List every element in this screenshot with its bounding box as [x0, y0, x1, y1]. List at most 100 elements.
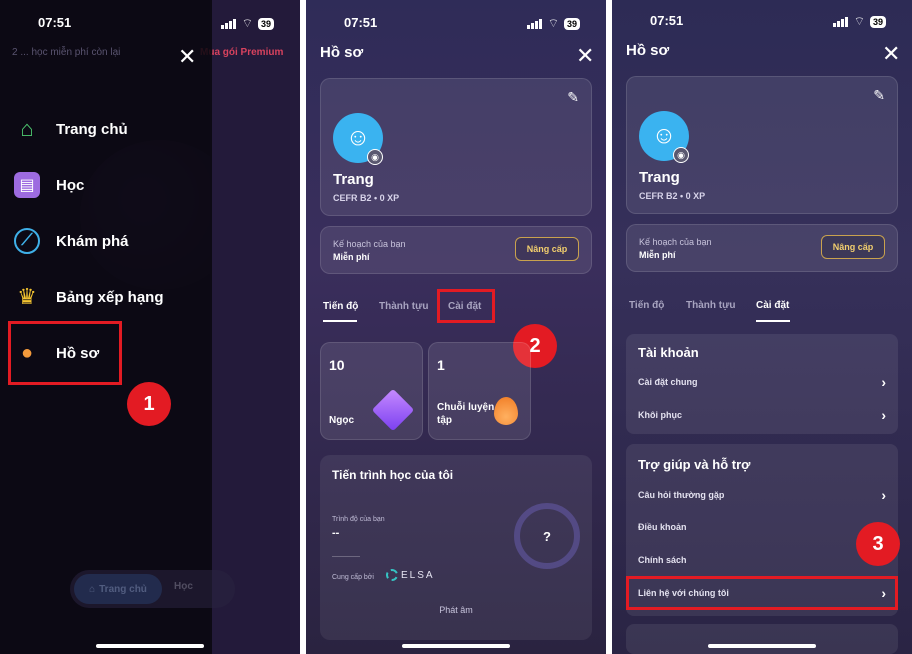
background-overlay — [210, 0, 300, 654]
plan-value: Miễn phí — [639, 250, 676, 260]
menu-item-label: Khám phá — [56, 232, 129, 250]
camera-icon[interactable]: ◉ — [367, 149, 383, 165]
profile-settings-screen: 07:51 ⌔ 39 Hồ sơ ✕ ✎ ☺ ◉ Trang CEFR B2 •… — [612, 0, 912, 654]
compass-icon: ⟋ — [14, 228, 40, 254]
step-badge: 3 — [856, 522, 900, 566]
edit-icon[interactable]: ✎ — [567, 89, 579, 106]
help-title: Trợ giúp và hỗ trợ — [638, 457, 751, 472]
settings-row-terms[interactable]: Điều khoản — [638, 517, 886, 537]
tab-achievements[interactable]: Thành tựu — [379, 301, 428, 312]
status-bar: 07:51 ⌔ 39 — [612, 12, 912, 32]
menu-item-explore[interactable]: ⟋ Khám phá — [14, 228, 129, 254]
menu-item-learn[interactable]: ▤ Học — [14, 172, 84, 198]
menu-screen: Mua gói Premium 2 ... học miễn phí còn l… — [0, 0, 300, 654]
highlight-box — [437, 289, 495, 323]
profile-level: CEFR B2 • 0 XP — [333, 193, 400, 203]
home-icon: ⌂ — [89, 583, 96, 595]
page-title: Hồ sơ — [320, 44, 364, 61]
status-time: 07:51 — [344, 15, 378, 30]
tab-settings[interactable]: Cài đặt — [756, 300, 789, 311]
gems-card: 10 Ngọc — [320, 342, 423, 440]
upgrade-button[interactable]: Nâng cấp — [515, 237, 579, 261]
profile-card: ✎ ☺ ◉ Trang CEFR B2 • 0 XP — [320, 78, 592, 216]
menu-item-label: Bảng xếp hạng — [56, 288, 164, 306]
settings-row-policy[interactable]: Chính sách — [638, 550, 886, 570]
status-bar: 07:51 ⌔ 39 — [0, 14, 300, 34]
streak-label: Chuỗi luyện tập — [437, 402, 495, 426]
signal-icon — [220, 18, 237, 29]
account-title: Tài khoản — [638, 345, 699, 360]
menu-item-home[interactable]: ⌂ Trang chủ — [14, 116, 128, 142]
highlight-box — [626, 576, 898, 610]
plan-label: Kế hoạch của bạn — [639, 237, 712, 247]
settings-row-general[interactable]: Cài đặt chung › — [638, 372, 886, 392]
menu-item-label: Học — [56, 176, 85, 194]
close-icon[interactable]: ✕ — [882, 41, 900, 67]
elsa-icon — [386, 569, 398, 581]
wifi-icon: ⌔ — [241, 16, 253, 30]
settings-row-restore[interactable]: Khôi phục › — [638, 405, 886, 425]
chevron-right-icon: › — [881, 487, 886, 503]
highlight-box — [8, 321, 122, 385]
signal-icon — [832, 16, 849, 27]
divider — [332, 556, 360, 557]
battery-icon: 39 — [257, 17, 274, 30]
flame-icon — [494, 397, 518, 425]
profile-name: Trang — [333, 171, 374, 188]
chevron-right-icon: › — [881, 407, 886, 423]
pronunciation-label: Phát âm — [439, 605, 473, 615]
tab-progress[interactable]: Tiến độ — [323, 301, 358, 312]
battery-icon: 39 — [869, 15, 886, 28]
active-tab-indicator — [323, 320, 357, 322]
menu-item-leaderboard[interactable]: ♛ Bảng xếp hạng — [14, 284, 164, 310]
gem-icon — [371, 388, 415, 432]
camera-icon[interactable]: ◉ — [673, 147, 689, 163]
profile-progress-screen: 07:51 ⌔ 39 Hồ sơ ✕ ✎ ☺ ◉ Trang CEFR B2 •… — [306, 0, 606, 654]
plan-card: Kế hoạch của bạn Miễn phí Nâng cấp — [626, 224, 898, 272]
tab-achievements[interactable]: Thành tựu — [686, 300, 735, 311]
provider-label: Cung cấp bởi — [332, 574, 374, 581]
home-indicator — [96, 644, 204, 648]
background-text: 2 ... học miễn phí còn lại — [12, 47, 121, 58]
home-indicator — [402, 644, 510, 648]
tab-progress[interactable]: Tiến độ — [629, 300, 664, 311]
gems-value: 10 — [329, 357, 345, 373]
page-title: Hồ sơ — [626, 42, 670, 59]
plan-value: Miễn phí — [333, 252, 370, 262]
status-time: 07:51 — [38, 15, 72, 30]
menu-item-label: Trang chủ — [56, 120, 128, 138]
progress-title: Tiến trình học của tôi — [332, 468, 454, 482]
level-value: -- — [332, 527, 340, 539]
close-icon[interactable]: ✕ — [178, 44, 196, 70]
upgrade-button[interactable]: Nâng cấp — [821, 235, 885, 259]
chevron-right-icon: › — [881, 374, 886, 390]
bottom-tab-learn[interactable]: Học — [174, 581, 193, 592]
book-icon: ▤ — [14, 172, 40, 198]
bottom-nav: ⌂ Trang chủ Học — [70, 570, 235, 608]
premium-link: Mua gói Premium — [200, 47, 284, 58]
home-indicator — [708, 644, 816, 648]
signal-icon — [526, 18, 543, 29]
close-icon[interactable]: ✕ — [576, 43, 594, 69]
next-section — [626, 624, 898, 654]
account-section: Tài khoản Cài đặt chung › Khôi phục › — [626, 334, 898, 434]
active-tab-indicator — [756, 320, 790, 322]
profile-name: Trang — [639, 169, 680, 186]
wifi-icon: ⌔ — [853, 14, 865, 28]
status-time: 07:51 — [650, 13, 684, 28]
plan-label: Kế hoạch của bạn — [333, 239, 406, 249]
streak-value: 1 — [437, 357, 445, 373]
wifi-icon: ⌔ — [547, 16, 559, 30]
level-ring[interactable]: ? — [514, 503, 580, 569]
home-icon: ⌂ — [20, 116, 34, 141]
bottom-tab-home[interactable]: ⌂ Trang chủ — [74, 574, 162, 604]
settings-row-faq[interactable]: Câu hỏi thường gặp › — [638, 485, 886, 505]
gems-label: Ngọc — [329, 415, 354, 426]
streak-card: 1 Chuỗi luyện tập — [428, 342, 531, 440]
plan-card: Kế hoạch của bạn Miễn phí Nâng cấp — [320, 226, 592, 274]
progress-card: Tiến trình học của tôi Trình độ của bạn … — [320, 455, 592, 640]
trophy-icon: ♛ — [17, 284, 37, 309]
level-label: Trình độ của bạn — [332, 516, 385, 523]
elsa-logo: ELSA — [386, 569, 435, 581]
edit-icon[interactable]: ✎ — [873, 87, 885, 104]
